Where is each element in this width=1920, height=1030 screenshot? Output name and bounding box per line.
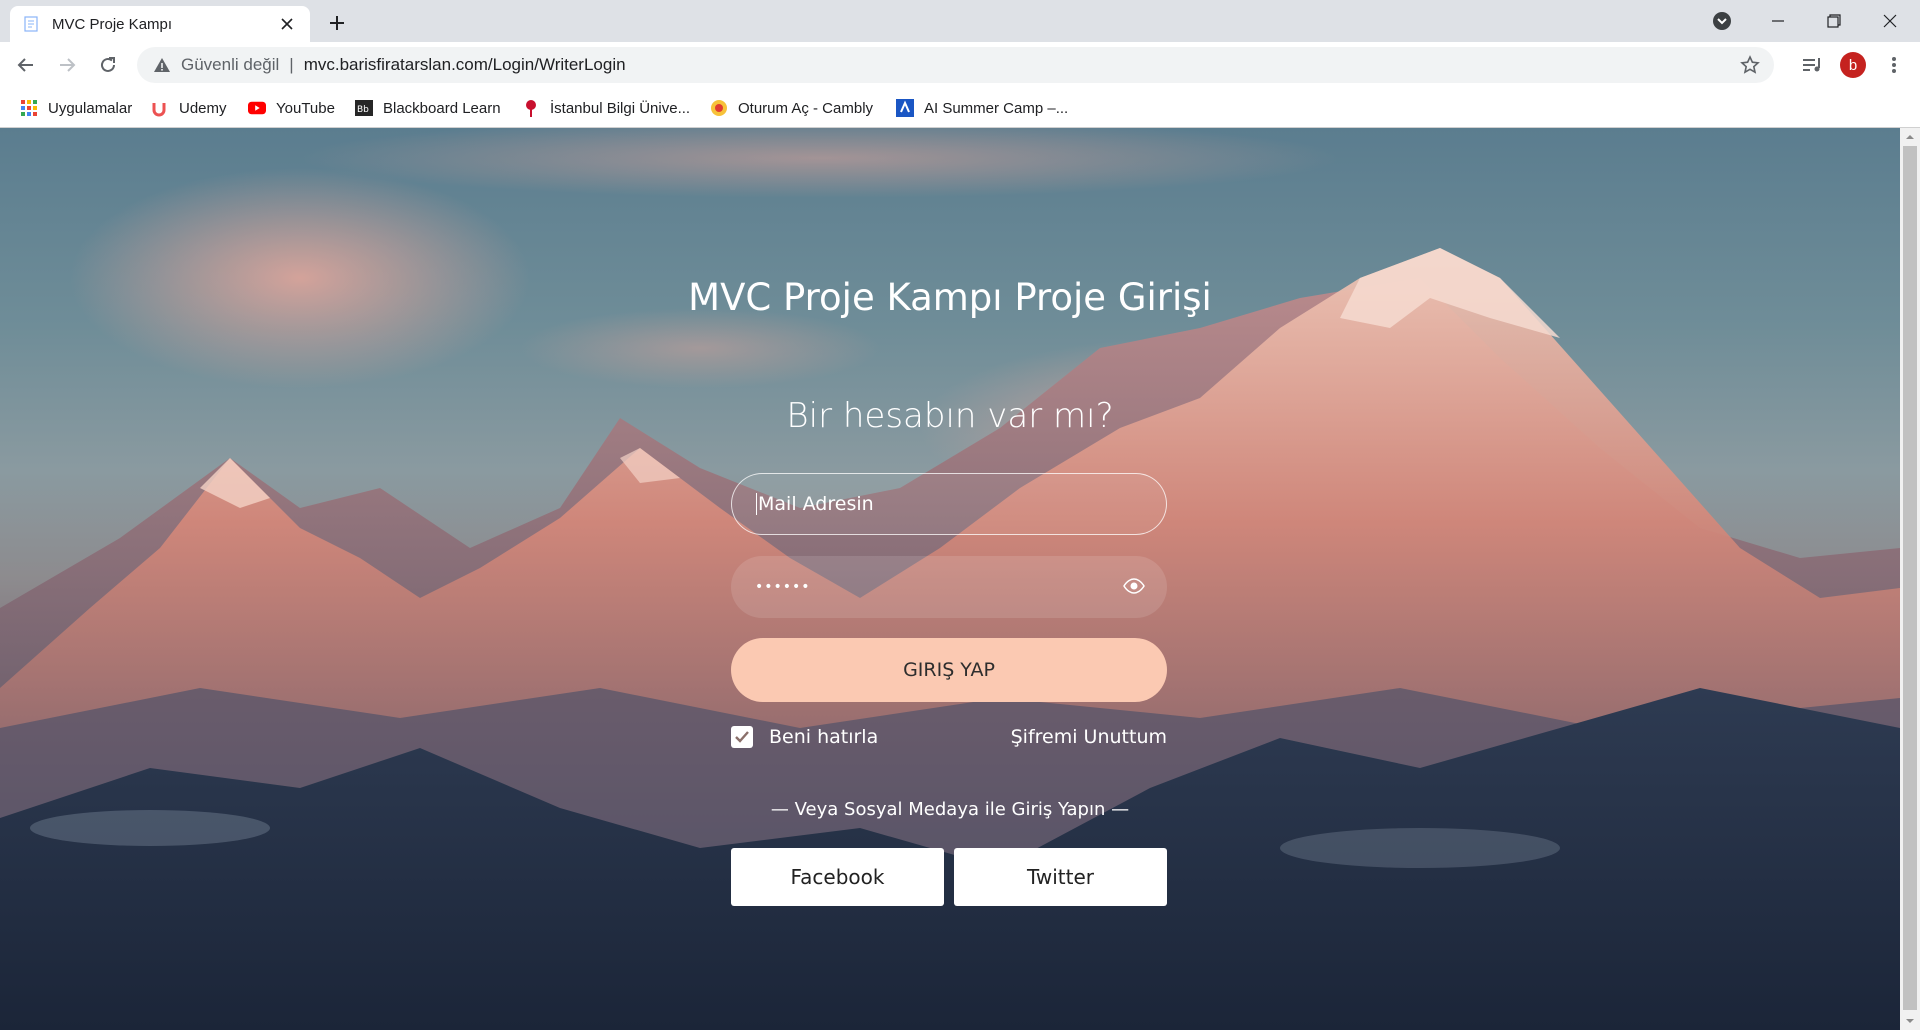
back-icon[interactable]	[10, 49, 42, 81]
tab-strip: MVC Proje Kampı	[0, 0, 1920, 42]
remember-label: Beni hatırla	[769, 726, 879, 748]
password-input[interactable]: ••••••	[731, 556, 1167, 618]
bookmark-star-icon[interactable]	[1740, 55, 1760, 75]
bookmark-label: AI Summer Camp –...	[924, 99, 1069, 117]
blackboard-icon: Bb	[355, 99, 373, 117]
login-form: MVC Proje Kampı Proje Girişi Bir hesabın…	[0, 128, 1900, 1030]
browser-tab[interactable]: MVC Proje Kampı	[10, 6, 310, 42]
bookmark-udemy[interactable]: Udemy	[151, 96, 227, 120]
url-text[interactable]: mvc.barisfiratarslan.com/Login/WriterLog…	[304, 55, 626, 75]
svg-text:Bb: Bb	[357, 105, 369, 115]
bookmark-bilgi[interactable]: İstanbul Bilgi Ünive...	[522, 96, 690, 120]
bookmark-apps[interactable]: Uygulamalar	[20, 96, 132, 120]
document-icon	[24, 16, 38, 32]
scroll-up-icon[interactable]	[1905, 132, 1915, 142]
text-caret	[756, 493, 757, 515]
bookmark-ai-camp[interactable]: AI Summer Camp –...	[896, 96, 1068, 120]
bookmarks-bar: Uygulamalar Udemy YouTube Bb Blackboard …	[0, 88, 1920, 128]
youtube-icon	[248, 99, 266, 117]
scrollbar-thumb[interactable]	[1903, 146, 1917, 1010]
forgot-password-link[interactable]: Şifremi Unuttum	[1011, 726, 1167, 748]
url-separator: |	[289, 55, 294, 74]
browser-toolbar: Güvenli değil | mvc.barisfiratarslan.com…	[0, 42, 1920, 88]
restore-icon[interactable]	[1806, 0, 1862, 42]
page-viewport: MVC Proje Kampı Proje Girişi Bir hesabın…	[0, 128, 1900, 1030]
checkmark-icon	[735, 731, 749, 743]
apps-grid-icon	[20, 99, 38, 117]
bookmark-label: Blackboard Learn	[383, 99, 501, 117]
forward-icon[interactable]	[51, 49, 83, 81]
reading-list-icon[interactable]	[1796, 49, 1828, 81]
bookmark-label: YouTube	[276, 99, 335, 117]
social-login-label: — Veya Sosyal Medaya ile Giriş Yapın —	[770, 799, 1130, 820]
scroll-down-icon[interactable]	[1905, 1016, 1915, 1026]
bookmark-youtube[interactable]: YouTube	[248, 96, 335, 120]
security-label[interactable]: Güvenli değil	[181, 55, 279, 75]
email-placeholder: Mail Adresin	[758, 493, 874, 515]
bookmark-label: Uygulamalar	[48, 99, 133, 117]
twitter-login-button[interactable]: Twitter	[954, 848, 1167, 906]
profile-avatar[interactable]: b	[1837, 49, 1869, 81]
new-tab-icon[interactable]	[322, 8, 352, 38]
menu-kebab-icon[interactable]	[1878, 49, 1910, 81]
email-input[interactable]: Mail Adresin	[731, 473, 1167, 535]
udemy-icon	[151, 99, 169, 117]
bookmark-cambly[interactable]: Oturum Aç - Cambly	[710, 96, 873, 120]
bookmark-label: Oturum Aç - Cambly	[738, 99, 874, 117]
profile-initial: b	[1840, 52, 1866, 78]
remember-me[interactable]: Beni hatırla	[731, 726, 878, 748]
reload-icon[interactable]	[92, 49, 124, 81]
tab-search-icon[interactable]	[1694, 0, 1750, 42]
minimize-icon[interactable]	[1750, 0, 1806, 42]
vertical-scrollbar[interactable]	[1900, 128, 1920, 1030]
address-bar[interactable]: Güvenli değil | mvc.barisfiratarslan.com…	[137, 47, 1774, 83]
bookmark-label: Udemy	[179, 99, 227, 117]
show-password-eye-icon[interactable]	[1123, 578, 1145, 594]
bookmark-blackboard[interactable]: Bb Blackboard Learn	[355, 96, 501, 120]
cambly-icon	[710, 99, 728, 117]
page-title: MVC Proje Kampı Proje Girişi	[688, 276, 1212, 319]
password-mask: ••••••	[755, 579, 811, 595]
login-button[interactable]: GIRIŞ YAP	[731, 638, 1167, 702]
close-tab-icon[interactable]	[276, 13, 298, 35]
close-window-icon[interactable]	[1862, 0, 1918, 42]
warning-icon[interactable]	[153, 56, 171, 74]
bilgi-icon	[522, 99, 540, 117]
facebook-login-button[interactable]: Facebook	[731, 848, 944, 906]
remember-checkbox[interactable]	[731, 726, 753, 748]
bookmark-label: İstanbul Bilgi Ünive...	[550, 99, 691, 117]
page-subtitle: Bir hesabın var mı?	[786, 396, 1114, 436]
ai-camp-icon	[896, 99, 914, 117]
tab-title: MVC Proje Kampı	[52, 15, 173, 33]
